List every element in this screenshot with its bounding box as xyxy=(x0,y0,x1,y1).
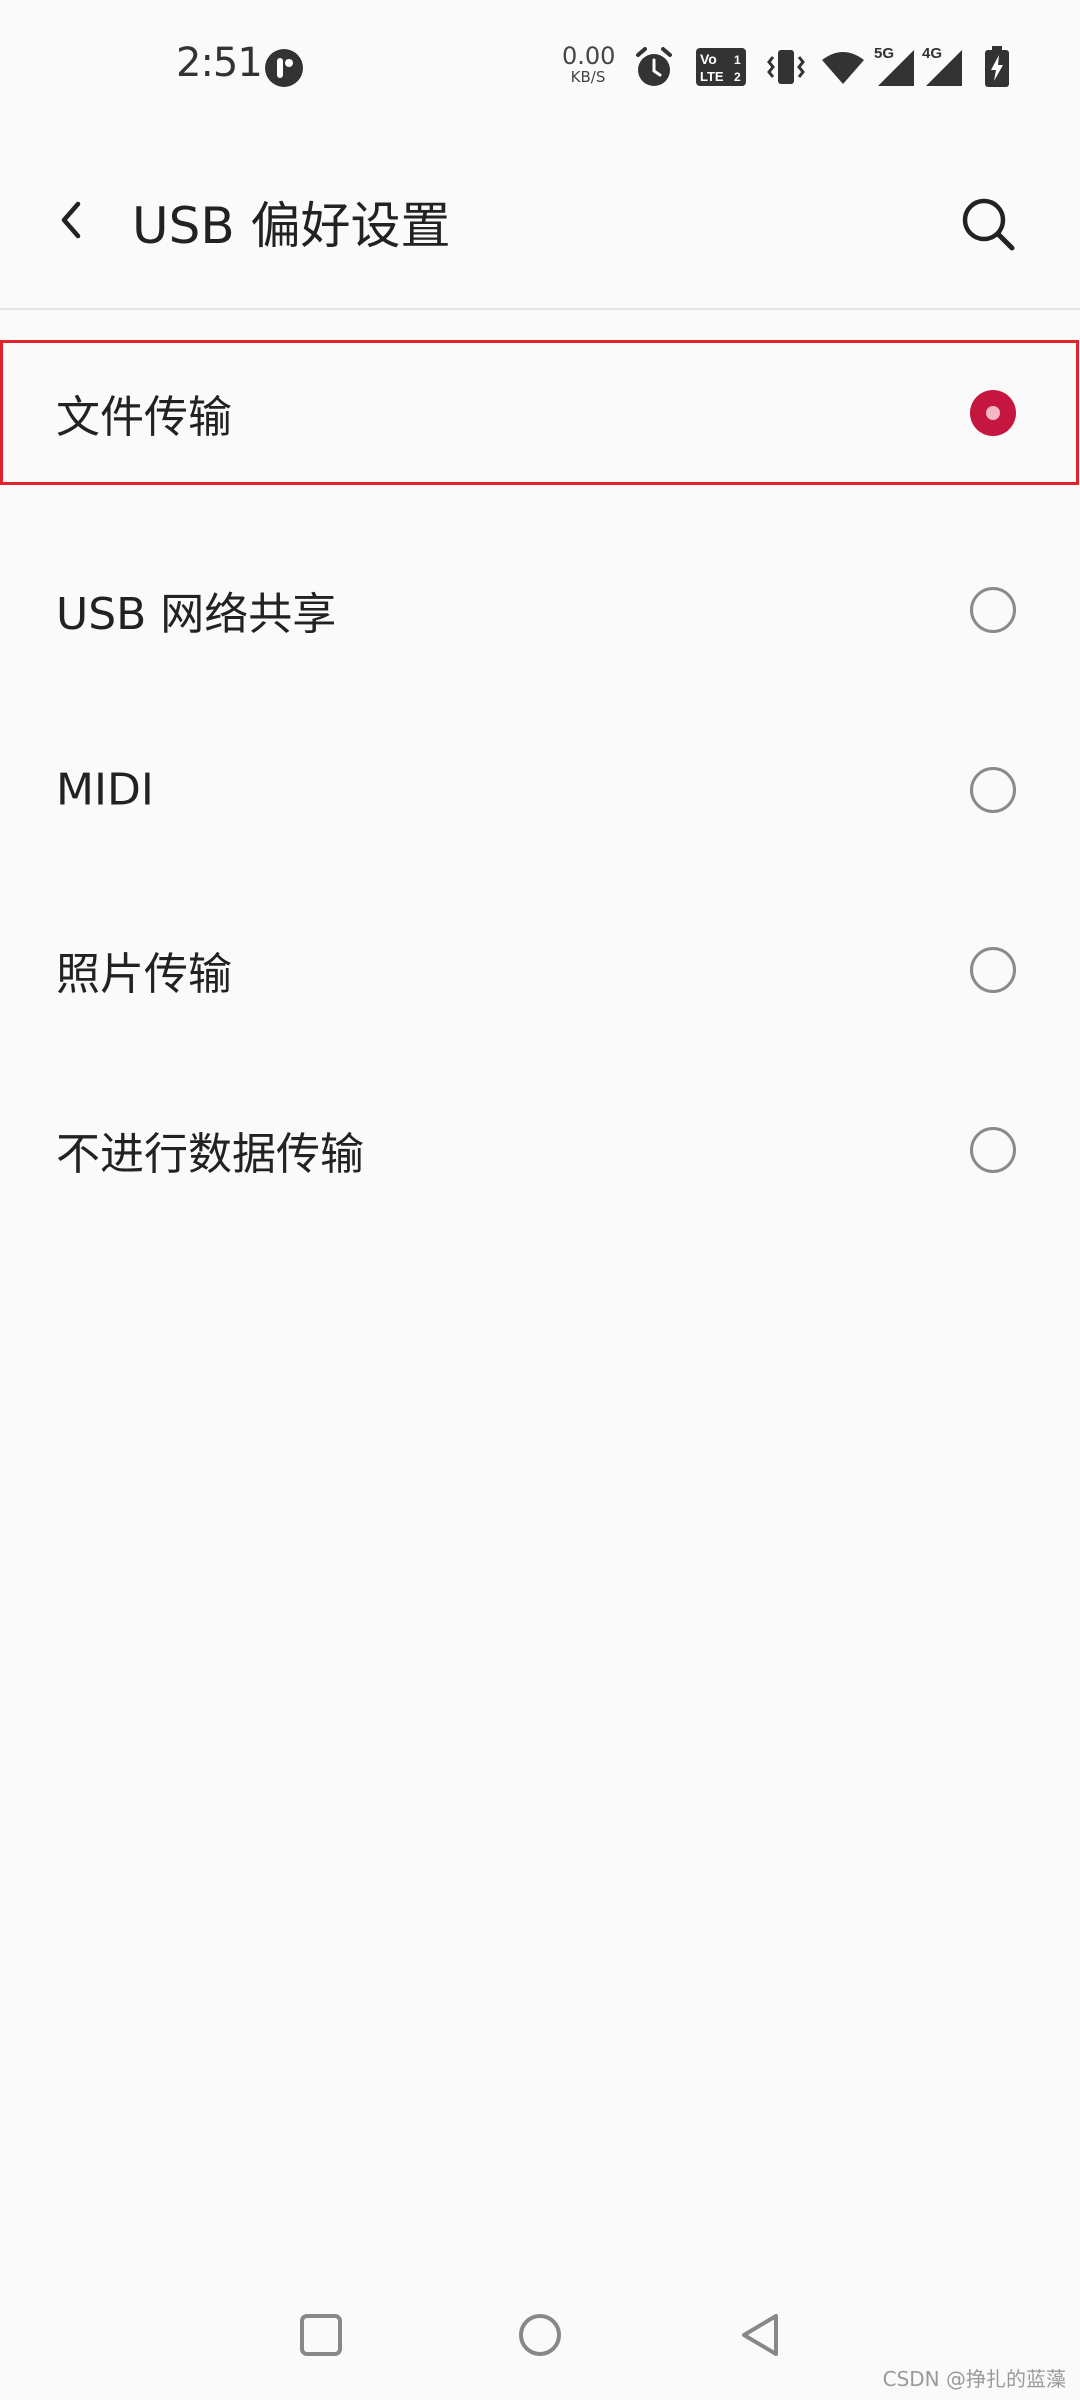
net-speed-unit: KB/S xyxy=(570,68,606,86)
back-arrow-icon xyxy=(61,201,81,239)
svg-text:1: 1 xyxy=(734,53,741,67)
net-speed-indicator: 0.00 KB/S xyxy=(562,42,616,86)
option-midi[interactable]: MIDI xyxy=(0,700,1080,880)
volte-icon: Vo LTE 1 2 xyxy=(696,48,746,90)
volte-top-text: Vo xyxy=(700,51,717,67)
home-button[interactable] xyxy=(505,2300,575,2370)
net-speed-value: 0.00 xyxy=(562,42,616,70)
option-photo-transfer[interactable]: 照片传输 xyxy=(0,880,1080,1060)
status-bar: 2:51 0.00 KB/S Vo LTE 1 2 5G 4G xyxy=(0,0,1080,130)
signal-4g-icon: 4G xyxy=(922,44,964,92)
svg-text:2: 2 xyxy=(734,70,741,84)
radio-button[interactable] xyxy=(970,767,1016,813)
search-icon xyxy=(962,198,1015,251)
nav-back-button[interactable] xyxy=(725,2300,795,2370)
back-icon xyxy=(742,2314,778,2356)
radio-button[interactable] xyxy=(970,587,1016,633)
usb-preferences-screen: 2:51 0.00 KB/S Vo LTE 1 2 5G 4G USB 偏好设置… xyxy=(0,0,1080,2400)
app-notification-icon xyxy=(264,48,304,88)
back-button[interactable] xyxy=(40,188,104,252)
battery-charging-icon xyxy=(984,46,1010,92)
option-label: 照片传输 xyxy=(56,949,232,1000)
option-no-data-transfer[interactable]: 不进行数据传输 xyxy=(0,1060,1080,1240)
signal-4g-label: 4G xyxy=(922,45,942,62)
option-file-transfer[interactable]: 文件传输 xyxy=(0,340,1079,485)
option-label: MIDI xyxy=(56,764,154,816)
recents-button[interactable] xyxy=(286,2300,356,2370)
page-title: USB 偏好设置 xyxy=(132,197,451,255)
alarm-icon xyxy=(634,46,674,94)
radio-button[interactable] xyxy=(970,947,1016,993)
watermark: CSDN @挣扎的蓝藻 xyxy=(882,2367,1066,2391)
recents-icon xyxy=(300,2314,342,2356)
status-time: 2:51 xyxy=(176,40,263,86)
radio-button[interactable] xyxy=(970,1127,1016,1173)
usb-mode-options: 文件传输 USB 网络共享 MIDI 照片传输 不进行数据传输 xyxy=(0,340,1080,1240)
radio-button-selected[interactable] xyxy=(970,389,1016,436)
app-bar: USB 偏好设置 xyxy=(0,130,1080,310)
signal-5g-icon: 5G xyxy=(874,44,916,92)
option-label: USB 网络共享 xyxy=(56,589,337,640)
option-label: 不进行数据传输 xyxy=(56,1129,364,1180)
search-button[interactable] xyxy=(952,188,1024,260)
option-label: 文件传输 xyxy=(56,391,232,443)
vibrate-icon xyxy=(766,48,806,90)
home-icon xyxy=(519,2314,561,2356)
signal-5g-label: 5G xyxy=(874,45,894,62)
wifi-icon xyxy=(820,50,866,90)
option-usb-tethering[interactable]: USB 网络共享 xyxy=(0,520,1080,700)
volte-bottom-text: LTE xyxy=(700,69,724,84)
